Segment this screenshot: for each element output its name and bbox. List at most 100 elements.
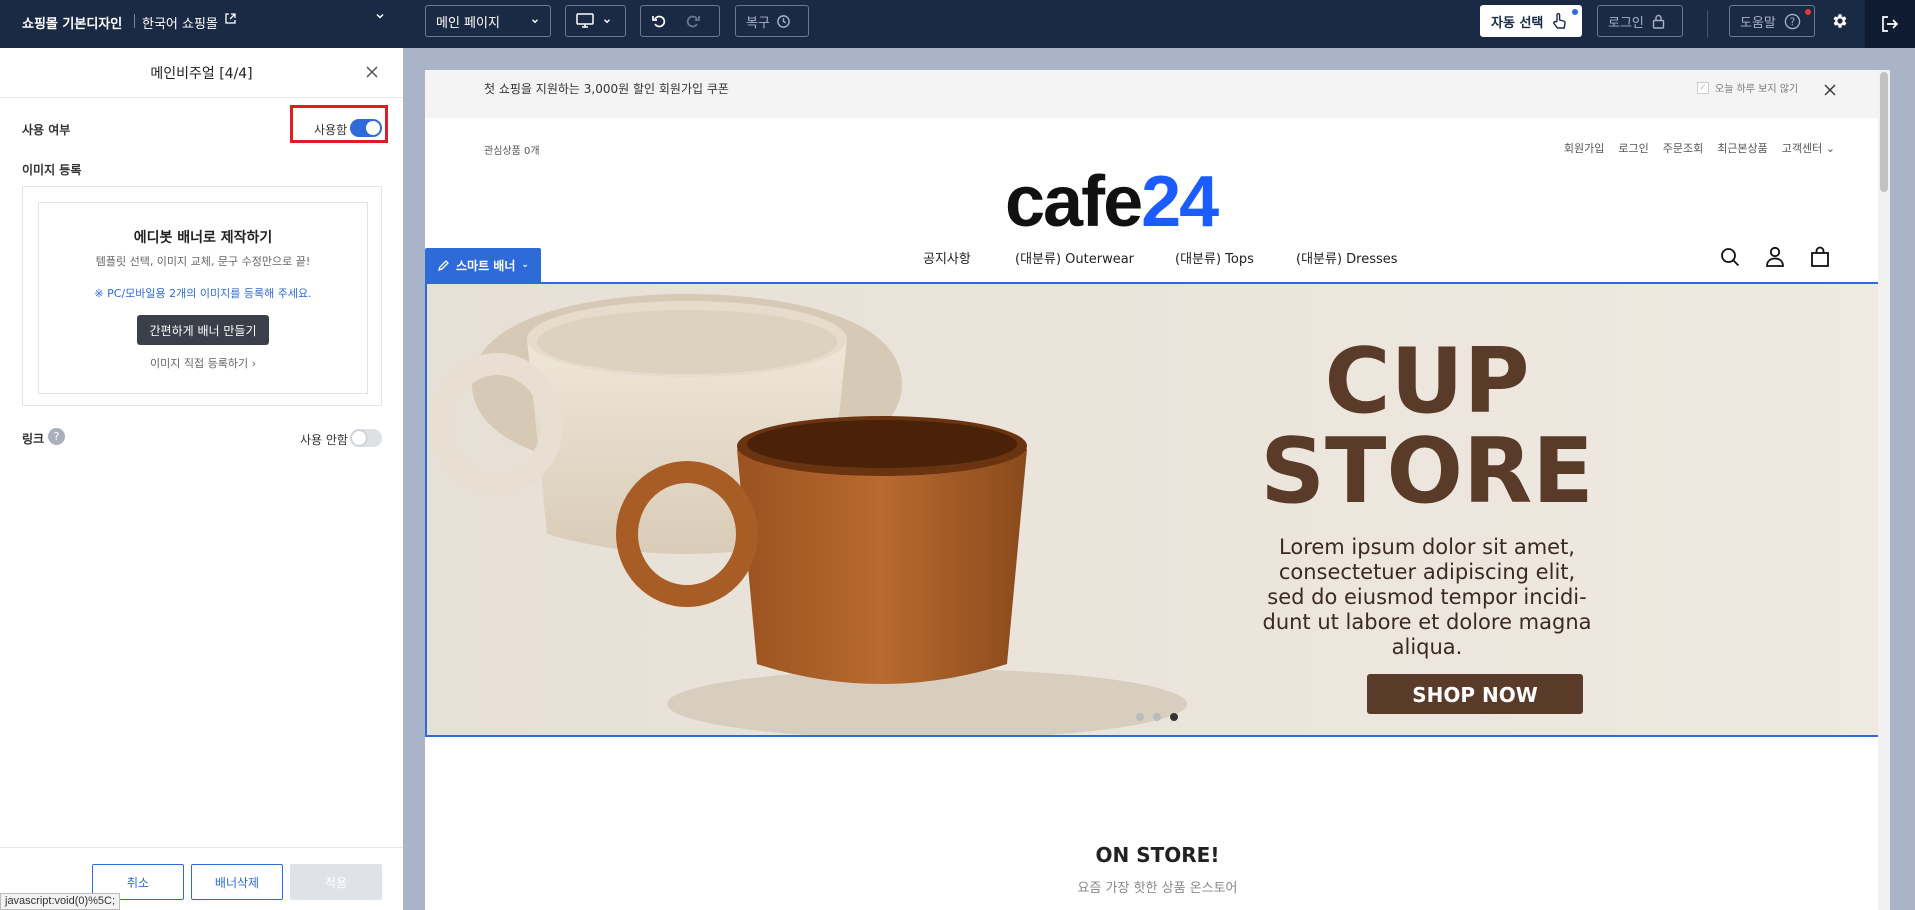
scrollbar-thumb[interactable] — [1880, 72, 1888, 192]
apply-button[interactable]: 적용 — [290, 864, 382, 900]
history-icon — [777, 14, 790, 28]
link-state-label: 사용 안함 — [300, 433, 348, 447]
checkbox[interactable]: ✓ — [1697, 82, 1709, 94]
delete-banner-button[interactable]: 배너삭제 — [191, 864, 283, 900]
promo-bar: 첫 쇼핑을 지원하는 3,000원 할인 회원가입 쿠폰 ✓ 오늘 하루 보지 … — [425, 70, 1890, 118]
search-icon[interactable] — [1720, 247, 1740, 271]
lock-icon — [1652, 14, 1665, 29]
recent-products-link[interactable]: 최근본상품 — [1717, 140, 1768, 156]
divider — [1707, 10, 1708, 38]
wishlist-count[interactable]: 관심상품 0개 — [484, 142, 540, 157]
design-name: 쇼핑몰 기본디자인 — [22, 17, 123, 32]
page-select[interactable]: 메인 페이지 — [425, 5, 551, 37]
use-state-label: 사용함 — [314, 123, 348, 137]
browser-status-bar: javascript:void(0)%5C; — [0, 893, 121, 910]
nav-dresses[interactable]: (대분류) Dresses — [1296, 248, 1398, 267]
pencil-icon — [437, 259, 449, 271]
banner-image: CUP STORE Lorem ipsum dolor sit amet, co… — [427, 284, 1888, 735]
help-label: 도움말 — [1740, 15, 1776, 31]
gear-icon[interactable] — [1831, 12, 1849, 34]
section-title: ON STORE! — [1095, 843, 1220, 867]
preview-scrollbar[interactable] — [1878, 70, 1890, 910]
editbot-desc: 템플릿 선택, 이미지 교체, 문구 수정만으로 끝! — [95, 255, 311, 268]
divider — [134, 14, 135, 28]
chevron-down-icon — [604, 19, 610, 24]
chevron-down-icon: ⌄ — [521, 260, 529, 270]
banner-title-2: STORE — [1260, 419, 1594, 524]
cafe24-logo[interactable]: cafe24 — [1005, 164, 1305, 240]
user-icon[interactable] — [1765, 246, 1785, 271]
header-links: 회원가입 로그인 주문조회 최근본상품 고객센터 ⌄ — [1564, 140, 1835, 156]
restore-label: 복구 — [746, 15, 770, 31]
monitor-icon — [576, 13, 594, 28]
panel-header: 메인비주얼 [4/4] — [0, 48, 403, 98]
auto-select-button[interactable]: 자동 선택 — [1480, 5, 1582, 37]
nav-outerwear[interactable]: (대분류) Outerwear — [1015, 248, 1134, 267]
exit-button[interactable] — [1865, 0, 1915, 48]
close-icon[interactable] — [365, 60, 379, 84]
external-link-icon[interactable] — [224, 12, 237, 29]
top-bar: 쇼핑몰 기본디자인 한국어 쇼핑몰 메인 페이지 복구 자동 선택 로그인 도움… — [0, 0, 1915, 48]
slide-dot[interactable] — [1136, 713, 1144, 721]
auto-select-label: 자동 선택 — [1491, 15, 1544, 31]
promo-hide-label: 오늘 하루 보지 않기 — [1715, 84, 1799, 95]
logo-text-blue: 24 — [1141, 162, 1219, 242]
nav-notice[interactable]: 공지사항 — [923, 248, 971, 267]
panel-title: 메인비주얼 [4/4] — [150, 65, 253, 82]
link-toggle[interactable] — [350, 429, 382, 447]
redo-icon[interactable] — [685, 13, 701, 29]
toggle-knob — [352, 431, 366, 445]
section-subtitle: 요즘 가장 핫한 상품 온스토어 — [1077, 881, 1238, 896]
close-icon[interactable] — [1824, 81, 1836, 100]
smart-banner-tag[interactable]: 스마트 배너 ⌄ — [425, 248, 541, 282]
nav-tops[interactable]: (대분류) Tops — [1175, 248, 1254, 267]
image-register-label: 이미지 등록 — [22, 163, 82, 177]
settings-panel: 메인비주얼 [4/4] 사용 여부 사용함 이미지 등록 에디봇 배너로 제작하… — [0, 48, 403, 910]
make-banner-button[interactable]: 간편하게 배너 만들기 — [137, 315, 269, 345]
login-link[interactable]: 로그인 — [1618, 140, 1648, 156]
hand-pointer-icon — [1553, 13, 1567, 29]
svg-text:?: ? — [1790, 16, 1796, 28]
customer-center-label: 고객센터 — [1781, 142, 1823, 155]
use-label: 사용 여부 — [22, 123, 71, 137]
banner-body-line: dunt ut labore et dolore magna — [1262, 610, 1591, 634]
shop-name: 한국어 쇼핑몰 — [142, 17, 218, 32]
customer-center-link[interactable]: 고객센터 ⌄ — [1782, 140, 1835, 156]
link-label: 링크 — [22, 432, 45, 446]
banner-body-line: aliqua. — [1392, 635, 1463, 659]
promo-text[interactable]: 첫 쇼핑을 지원하는 3,000원 할인 회원가입 쿠폰 — [484, 80, 729, 97]
undo-icon[interactable] — [651, 13, 667, 29]
notification-dot — [1572, 9, 1578, 15]
help-button[interactable]: 도움말 ? — [1729, 5, 1815, 37]
banner-body-line: sed do eiusmod tempor incidi- — [1267, 585, 1586, 609]
smart-banner-label: 스마트 배너 — [456, 258, 516, 273]
question-circle-icon: ? — [1784, 13, 1801, 29]
page-select-label: 메인 페이지 — [436, 15, 500, 31]
editbot-box: 에디봇 배너로 제작하기 템플릿 선택, 이미지 교체, 문구 수정만으로 끝!… — [38, 202, 368, 394]
chevron-down-icon — [532, 19, 538, 24]
image-register-box: 에디봇 배너로 제작하기 템플릿 선택, 이미지 교체, 문구 수정만으로 끝!… — [22, 186, 382, 406]
restore-button[interactable]: 복구 — [735, 5, 809, 37]
toggle-knob — [366, 121, 380, 135]
preview-frame: 첫 쇼핑을 지원하는 3,000원 할인 회원가입 쿠폰 ✓ 오늘 하루 보지 … — [425, 70, 1890, 910]
device-select[interactable] — [565, 5, 626, 37]
undo-redo-group — [640, 5, 720, 37]
slide-dot-active[interactable] — [1170, 713, 1178, 721]
editbot-note: ※ PC/모바일용 2개의 이미지를 등록해 주세요. — [94, 287, 312, 300]
use-toggle[interactable] — [350, 119, 382, 137]
shop-now-label: SHOP NOW — [1412, 683, 1538, 707]
direct-register-link[interactable]: 이미지 직접 등록하기 › — [39, 355, 367, 371]
notification-dot — [1805, 9, 1811, 15]
login-button[interactable]: 로그인 — [1597, 5, 1683, 37]
login-label: 로그인 — [1608, 15, 1644, 31]
help-icon[interactable]: ? — [48, 428, 65, 445]
slide-dot[interactable] — [1153, 713, 1161, 721]
signup-link[interactable]: 회원가입 — [1564, 140, 1604, 156]
main-visual-banner[interactable]: CUP STORE Lorem ipsum dolor sit amet, co… — [425, 282, 1890, 737]
order-lookup-link[interactable]: 주문조회 — [1663, 140, 1703, 156]
editbot-title: 에디봇 배너로 제작하기 — [133, 230, 273, 246]
exit-icon — [1882, 16, 1899, 32]
shopping-bag-icon[interactable] — [1810, 246, 1830, 271]
chevron-down-icon[interactable] — [374, 10, 386, 25]
logo-text-black: cafe — [1005, 162, 1143, 242]
